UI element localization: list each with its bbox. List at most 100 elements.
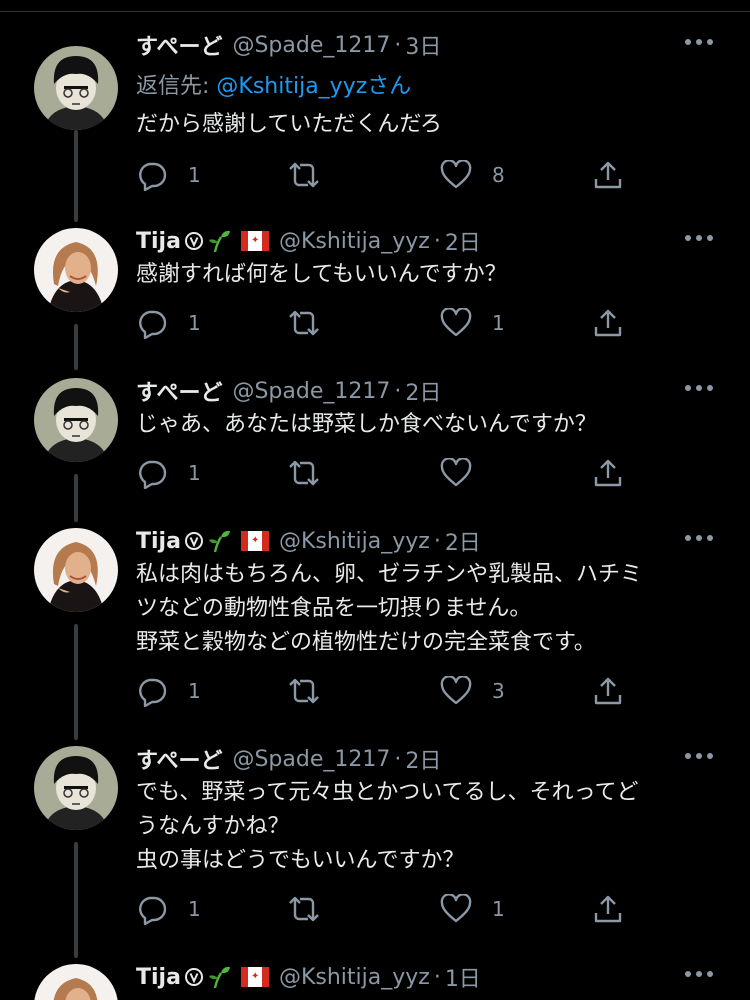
tweet-actions: 1 8 <box>136 158 626 192</box>
retweet-button[interactable] <box>286 306 342 340</box>
reply-icon <box>136 893 168 925</box>
verified-v-icon <box>184 531 204 551</box>
like-icon <box>440 458 472 488</box>
reply-button[interactable]: 1 <box>136 306 201 340</box>
timestamp[interactable]: 2日 <box>445 525 481 557</box>
verified-v-icon <box>184 231 204 251</box>
user-handle[interactable]: @Spade_1217 <box>232 33 390 58</box>
user-handle[interactable]: @Spade_1217 <box>232 379 390 404</box>
avatar-spade[interactable] <box>34 46 118 130</box>
like-icon <box>440 160 472 190</box>
tweet-header: Tija ✦ @Kshitija_yyz · 2日 <box>136 525 481 557</box>
status-bar-remnant <box>0 0 750 12</box>
share-button[interactable] <box>592 674 624 708</box>
tweet-text-line: 私は肉はもちろん、卵、ゼラチンや乳製品、ハチミ <box>136 562 643 587</box>
user-handle[interactable]: @Kshitija_yyz <box>279 229 430 254</box>
tweet-text-line: ツなどの動物性食品を一切摂りません。 <box>136 596 532 621</box>
separator-dot: · <box>394 378 402 404</box>
reply-count: 1 <box>188 311 201 335</box>
like-count: 1 <box>492 897 505 921</box>
tweet-header: すぺーど @Spade_1217 · 2日 <box>136 743 441 775</box>
share-button[interactable] <box>592 158 624 192</box>
tweet[interactable]: すぺーど @Spade_1217 · 2日 じゃあ、あなたは野菜しか食べないんで… <box>0 376 750 506</box>
top-divider <box>0 11 750 12</box>
tweet-text: だから感謝していただくんだろ <box>136 108 442 142</box>
tweet[interactable]: Tija ✦ @Kshitija_yyz · 2日 私は肉はもちろん、卵、ゼラチ… <box>0 526 750 726</box>
timestamp[interactable]: 2日 <box>445 225 481 257</box>
retweet-button[interactable] <box>286 456 342 490</box>
reply-button[interactable]: 1 <box>136 158 201 192</box>
retweet-button[interactable] <box>286 158 342 192</box>
like-button[interactable]: 1 <box>440 306 505 340</box>
more-icon[interactable] <box>684 234 714 242</box>
sprout-icon <box>207 529 231 553</box>
share-button[interactable] <box>592 892 624 926</box>
like-icon <box>440 894 472 924</box>
tweet[interactable]: すぺーど @Spade_1217 · 3日 返信先: @Kshitija_yyz… <box>0 30 750 200</box>
timestamp[interactable]: 3日 <box>405 29 441 61</box>
user-handle[interactable]: @Kshitija_yyz <box>279 965 430 990</box>
avatar-spade[interactable] <box>34 746 118 830</box>
more-icon[interactable] <box>684 970 714 978</box>
like-button[interactable]: 8 <box>440 158 505 192</box>
share-button[interactable] <box>592 456 624 490</box>
tweet-text-line: 虫の事はどうでもいいんですか？ <box>136 848 465 873</box>
display-name[interactable]: Tija <box>136 229 181 254</box>
reply-button[interactable]: 1 <box>136 674 201 708</box>
tweet-text: 私は肉はもちろん、卵、ゼラチンや乳製品、ハチミ ツなどの動物性食品を一切摂りませ… <box>136 558 642 660</box>
user-handle[interactable]: @Spade_1217 <box>232 747 390 772</box>
like-icon <box>440 308 472 338</box>
reply-button[interactable]: 1 <box>136 892 201 926</box>
tweet-actions: 1 1 <box>136 306 626 340</box>
retweet-button[interactable] <box>286 892 342 926</box>
tweet[interactable]: すぺーど @Spade_1217 · 2日 でも、野菜って元々虫とかついてるし、… <box>0 744 750 944</box>
display-name[interactable]: Tija <box>136 529 181 554</box>
like-button[interactable]: 3 <box>440 674 505 708</box>
retweet-icon <box>286 307 322 339</box>
reply-count: 1 <box>188 461 201 485</box>
more-icon[interactable] <box>684 534 714 542</box>
reply-mention-link[interactable]: @Kshitija_yyzさん <box>216 74 411 99</box>
more-icon[interactable] <box>684 384 714 392</box>
tweet-header: すぺーど @Spade_1217 · 2日 <box>136 375 441 407</box>
like-count: 3 <box>492 679 505 703</box>
share-button[interactable] <box>592 306 624 340</box>
avatar-tija[interactable] <box>34 228 118 312</box>
more-icon[interactable] <box>684 752 714 760</box>
share-icon <box>592 457 624 489</box>
share-icon <box>592 307 624 339</box>
timestamp[interactable]: 2日 <box>405 375 441 407</box>
timestamp[interactable]: 1日 <box>445 962 481 993</box>
canada-flag-icon: ✦ <box>240 967 269 987</box>
tweet[interactable]: Tija ✦ @Kshitija_yyz · 1日 <box>0 962 750 1000</box>
retweet-icon <box>286 159 322 191</box>
tweet-header: すぺーど @Spade_1217 · 3日 <box>136 29 441 61</box>
display-name[interactable]: すぺーど <box>136 375 222 407</box>
display-name[interactable]: すぺーど <box>136 743 222 775</box>
retweet-button[interactable] <box>286 674 342 708</box>
like-button[interactable] <box>440 456 492 490</box>
avatar-tija[interactable] <box>34 528 118 612</box>
user-handle[interactable]: @Kshitija_yyz <box>279 529 430 554</box>
reply-to-label: 返信先: <box>136 74 217 99</box>
reply-count: 1 <box>188 897 201 921</box>
display-name[interactable]: すぺーど <box>136 29 222 61</box>
reply-button[interactable]: 1 <box>136 456 201 490</box>
separator-dot: · <box>394 32 402 58</box>
tweet-text-line: うなんすかね？ <box>136 814 290 839</box>
more-icon[interactable] <box>684 38 714 46</box>
tweet[interactable]: Tija ✦ @Kshitija_yyz · 2日 感謝すれば何をしてもいいんで… <box>0 226 750 356</box>
tweet-actions: 1 1 <box>136 892 626 926</box>
like-button[interactable]: 1 <box>440 892 505 926</box>
timestamp[interactable]: 2日 <box>405 743 441 775</box>
tweet-actions: 1 <box>136 456 626 490</box>
canada-flag-icon: ✦ <box>240 531 269 551</box>
tweet-header: Tija ✦ @Kshitija_yyz · 2日 <box>136 225 481 257</box>
like-icon <box>440 676 472 706</box>
display-name[interactable]: Tija <box>136 965 181 990</box>
like-count: 8 <box>492 163 505 187</box>
reply-icon <box>136 159 168 191</box>
reply-count: 1 <box>188 163 201 187</box>
avatar-tija[interactable] <box>34 964 118 1000</box>
avatar-spade[interactable] <box>34 378 118 462</box>
